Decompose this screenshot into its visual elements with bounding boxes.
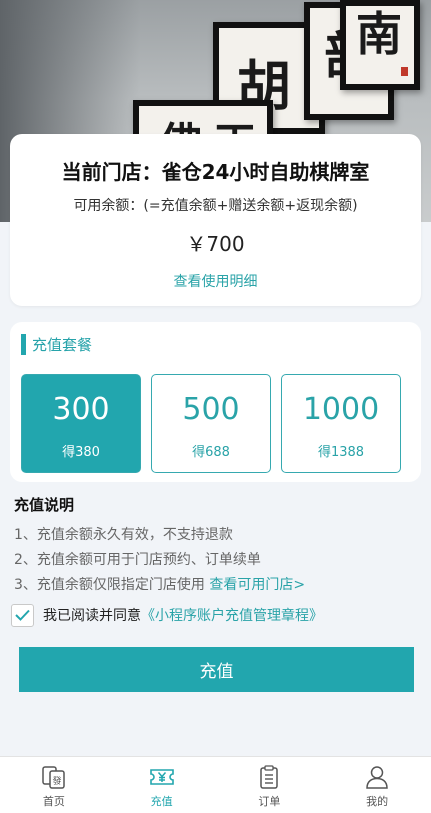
tab-label: 订单 [258, 795, 281, 808]
recharge-button[interactable]: 充值 [19, 647, 414, 692]
package-option-300[interactable]: 300 得380 [21, 374, 141, 473]
view-usage-details-link[interactable]: 查看使用明细 [10, 271, 421, 291]
tab-recharge[interactable]: 充值 [108, 757, 216, 813]
package-bonus: 得380 [62, 445, 100, 460]
agreement-checkbox[interactable] [11, 603, 34, 627]
calligraphy-char: 南 [356, 7, 402, 61]
packages-header: 充值套餐 [21, 333, 92, 355]
note-line-3-text: 3、充值余额仅限指定门店使用 [14, 577, 205, 593]
tab-label: 首页 [42, 795, 65, 808]
note-line-1: 1、充值余额永久有效，不支持退款 [14, 527, 233, 543]
package-bonus: 得1388 [317, 445, 365, 460]
package-amount: 500 [182, 392, 240, 427]
clipboard-list-icon [260, 765, 279, 789]
agreement-text: 我已阅读并同意 [43, 608, 141, 624]
store-info-card: 当前门店：雀仓24小时自助棋牌室 可用余额：(=充值余额+赠送余额+返现余额) … [10, 134, 421, 306]
package-option-1000[interactable]: 1000 得1388 [281, 374, 401, 473]
calligraphy-frame-right: 南 [340, 0, 420, 90]
ticket-yen-icon [149, 769, 174, 785]
package-bonus: 得688 [192, 445, 230, 460]
package-amount: 1000 [302, 392, 380, 427]
package-option-500[interactable]: 500 得688 [151, 374, 271, 473]
tab-home[interactable]: 發 首页 [0, 757, 108, 813]
bottom-tab-bar: 發 首页 充值 订单 我的 [0, 756, 431, 813]
check-icon [15, 609, 30, 621]
tab-orders[interactable]: 订单 [216, 757, 324, 813]
packages-title: 充值套餐 [32, 335, 93, 354]
tab-label: 充值 [150, 795, 173, 808]
note-line-3: 3、充值余额仅限指定门店使用 查看可用门店> [14, 574, 305, 594]
section-accent-bar [21, 333, 26, 355]
tab-label: 我的 [366, 795, 389, 808]
agreement-row: 我已阅读并同意 《小程序账户充值管理章程》 [11, 603, 323, 627]
recharge-notes-title: 充值说明 [14, 496, 75, 514]
tab-mine[interactable]: 我的 [323, 757, 431, 813]
note-line-2: 2、充值余额可用于门店预约、订单续单 [14, 552, 261, 568]
recharge-packages-card: 充值套餐 300 得380 500 得688 1000 得1388 [10, 322, 421, 482]
agreement-terms-link[interactable]: 《小程序账户充值管理章程》 [141, 605, 323, 625]
mahjong-tile-icon: 發 [42, 766, 65, 789]
package-amount: 300 [52, 392, 110, 427]
user-icon [366, 766, 388, 789]
store-title: 当前门店：雀仓24小时自助棋牌室 [61, 160, 370, 184]
calligraphy-seal [401, 67, 408, 76]
view-available-stores-link[interactable]: 查看可用门店> [209, 577, 305, 593]
balance-amount: ￥700 [186, 232, 245, 256]
svg-text:發: 發 [52, 775, 61, 787]
balance-description: 可用余额：(=充值余额+赠送余额+返现余额) [73, 198, 358, 214]
